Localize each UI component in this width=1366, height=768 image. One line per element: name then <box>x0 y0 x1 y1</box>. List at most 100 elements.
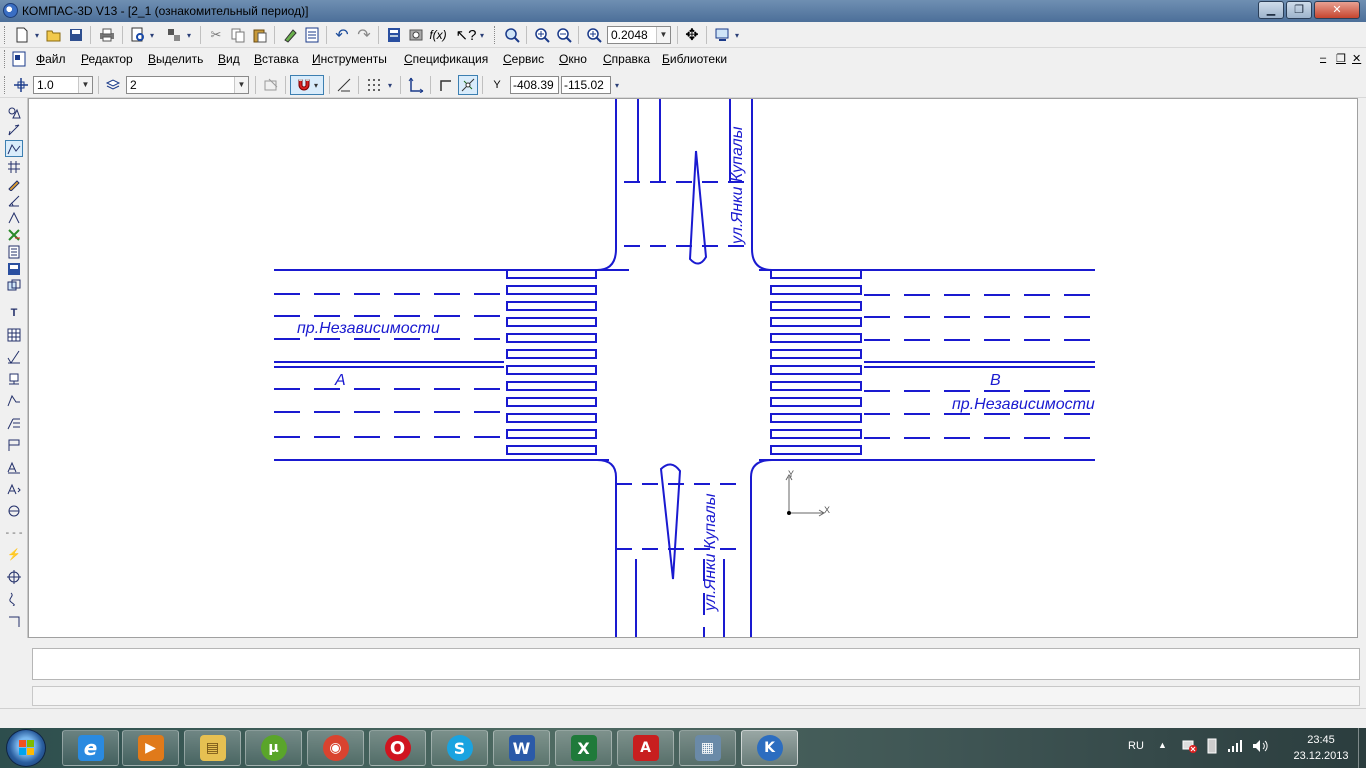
preview-icon[interactable] <box>128 25 148 45</box>
menu-specification[interactable]: Спецификация <box>404 52 488 66</box>
tray-expand-icon[interactable]: ▲ <box>1158 740 1167 768</box>
properties-panel-area[interactable] <box>32 648 1360 680</box>
copy-icon[interactable] <box>228 25 248 45</box>
measure-icon[interactable] <box>5 192 23 209</box>
taskbar-app-acrobat[interactable]: A <box>617 730 674 766</box>
arrow-view-icon[interactable] <box>5 480 23 497</box>
leader-icon[interactable] <box>5 392 23 409</box>
signal-icon[interactable] <box>1227 738 1243 768</box>
format-brush-icon[interactable] <box>280 25 300 45</box>
base-icon[interactable] <box>5 370 23 387</box>
geometry-icon[interactable] <box>5 104 23 121</box>
roughness-icon[interactable] <box>5 348 23 365</box>
designation-icon[interactable] <box>5 209 23 226</box>
axis-line-icon[interactable]: - - - <box>5 524 23 541</box>
doc-close-button[interactable]: ✕ <box>1352 52 1361 65</box>
new-document-icon[interactable] <box>12 25 32 45</box>
step-combo[interactable]: 1.0 ▼ <box>33 76 93 94</box>
pan-icon[interactable]: ✥ <box>682 25 702 45</box>
menu-editor[interactable]: Редактор <box>81 52 133 66</box>
network-error-icon[interactable] <box>1182 738 1198 768</box>
paste-icon[interactable] <box>250 25 270 45</box>
drawing-canvas[interactable]: пр.Независимости пр.Независимости A B ул… <box>28 98 1358 638</box>
text-tool-icon[interactable]: T <box>5 304 23 321</box>
doc-restore-button[interactable]: ❐ <box>1336 52 1346 65</box>
menu-help[interactable]: Справка <box>603 52 650 66</box>
step-cursor-icon[interactable] <box>11 75 31 95</box>
maximize-button[interactable]: ❐ <box>1286 1 1312 19</box>
local-cs-icon[interactable] <box>406 75 426 95</box>
taskbar-app-word[interactable]: W <box>493 730 550 766</box>
menu-service[interactable]: Сервис <box>503 52 544 66</box>
menu-file[interactable]: Файл <box>36 52 66 66</box>
grid-icon[interactable] <box>364 75 384 95</box>
editing-icon[interactable] <box>5 175 23 192</box>
refresh-icon[interactable] <box>712 25 732 45</box>
menu-insert[interactable]: Вставка <box>254 52 299 66</box>
close-button[interactable]: ✕ <box>1314 1 1360 19</box>
chevron-down-icon[interactable]: ▼ <box>234 77 248 93</box>
dimensions-icon[interactable] <box>5 121 23 138</box>
datum-icon[interactable] <box>5 436 23 453</box>
coord-y-field[interactable]: -115.02 <box>561 76 611 94</box>
grid-tools-icon[interactable] <box>5 158 23 175</box>
menu-tools[interactable]: Инструменты <box>312 52 387 66</box>
taskbar-app-chrome[interactable]: ◉ <box>307 730 364 766</box>
taskbar-app-ie[interactable]: e <box>62 730 119 766</box>
toolbar-grip[interactable] <box>4 76 7 94</box>
parametric-mode-icon[interactable] <box>458 75 478 95</box>
parametric-tools-icon[interactable] <box>5 140 23 157</box>
kompas-app-icon[interactable] <box>3 3 18 18</box>
zoom-in-icon[interactable] <box>532 25 552 45</box>
manager-icon[interactable] <box>164 25 184 45</box>
help-pointer-icon[interactable]: ↖? <box>456 25 477 45</box>
help-dropdown-icon[interactable]: ▾ <box>477 25 487 45</box>
toolbar-grip[interactable] <box>4 50 7 68</box>
print-icon[interactable] <box>97 25 117 45</box>
chevron-down-icon[interactable]: ▼ <box>78 77 92 93</box>
properties-icon[interactable] <box>302 25 322 45</box>
taskbar-app-calculator[interactable]: ▦ <box>679 730 736 766</box>
fragment-icon[interactable] <box>5 277 23 294</box>
open-icon[interactable] <box>44 25 64 45</box>
reports-icon[interactable] <box>5 260 23 277</box>
cut-icon[interactable]: ✂ <box>206 25 226 45</box>
zoom-out-icon[interactable] <box>554 25 574 45</box>
variables-icon[interactable]: f(x) <box>428 25 448 45</box>
layer-combo[interactable]: 2 ▼ <box>126 76 249 94</box>
ortho-mode-icon[interactable] <box>436 75 456 95</box>
language-indicator[interactable]: RU <box>1128 740 1144 768</box>
center-mark-icon[interactable] <box>5 568 23 585</box>
break-line-icon[interactable] <box>5 612 23 629</box>
start-button[interactable] <box>6 729 46 767</box>
menu-libraries[interactable]: Библиотеки <box>662 52 727 66</box>
lightning-icon[interactable]: ⚡ <box>5 546 23 563</box>
taskbar-app-media-player[interactable]: ▶ <box>122 730 179 766</box>
show-desktop-button[interactable] <box>1358 728 1366 768</box>
preview-dropdown-icon[interactable]: ▾ <box>147 25 157 45</box>
toolbar-overflow-icon[interactable]: ▾ <box>612 75 622 95</box>
snap-magnet-icon[interactable]: ▾ <box>290 75 324 95</box>
menu-select[interactable]: Выделить <box>148 52 203 66</box>
taskbar-app-skype[interactable]: S <box>431 730 488 766</box>
volume-icon[interactable] <box>1252 738 1268 768</box>
taskbar-app-kompas[interactable]: K <box>741 730 798 766</box>
zoom-scale-icon[interactable] <box>584 25 604 45</box>
menu-view[interactable]: Вид <box>218 52 240 66</box>
clock-date[interactable]: 23.12.2013 <box>1286 750 1356 768</box>
zoom-window-icon[interactable] <box>502 25 522 45</box>
minimize-button[interactable]: ▁ <box>1258 1 1284 19</box>
orthogonal-icon[interactable] <box>334 75 354 95</box>
library-icon[interactable] <box>406 25 426 45</box>
device-icon[interactable] <box>1205 738 1219 768</box>
spec-icon[interactable] <box>5 243 23 260</box>
toolbar-grip[interactable] <box>4 26 7 44</box>
doc-minimize-button[interactable]: ‒ <box>1320 52 1326 64</box>
toolbar-grip[interactable] <box>494 26 497 44</box>
layers-icon[interactable] <box>103 75 123 95</box>
vertical-scrollbar[interactable] <box>1358 98 1366 638</box>
wave-line-icon[interactable] <box>5 590 23 607</box>
manager-tree-icon[interactable] <box>384 25 404 45</box>
save-icon[interactable] <box>66 25 86 45</box>
menu-window[interactable]: Окно <box>559 52 587 66</box>
